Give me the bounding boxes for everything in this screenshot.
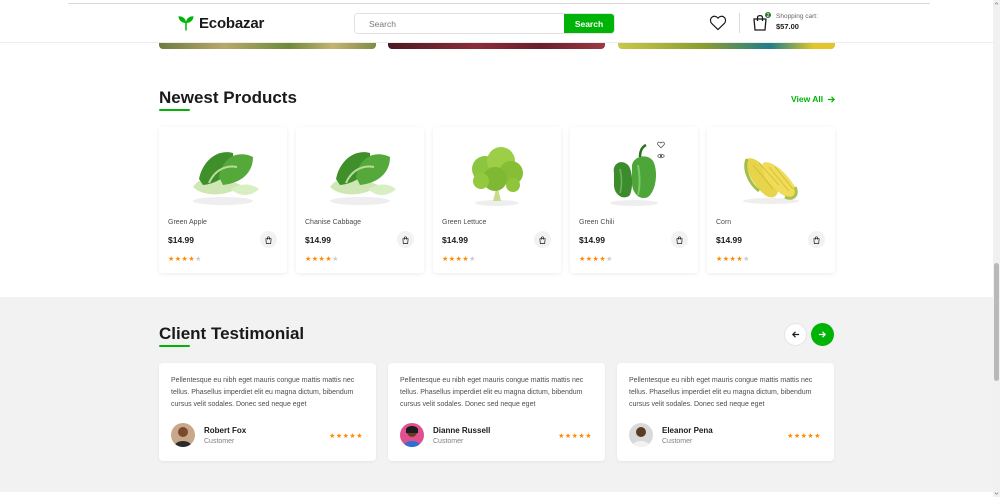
product-image	[330, 152, 396, 205]
product-price: $14.99	[305, 235, 331, 245]
product-rating: ★★★★★	[579, 256, 613, 263]
testimonial-quote: Pellentesque eu nibh eget mauris congue …	[171, 377, 355, 408]
add-to-cart-button[interactable]	[671, 231, 688, 248]
product-name: Green Apple	[168, 219, 207, 226]
view-all-label: View All	[791, 94, 824, 104]
product-price: $14.99	[168, 235, 194, 245]
page: Ecobazar Search 2 Shopping cart: $57.00	[0, 0, 1000, 497]
avatar	[171, 423, 195, 447]
previous-button[interactable]	[784, 323, 807, 346]
arrow-left-icon	[791, 331, 800, 338]
bag-add-icon	[676, 235, 683, 244]
add-to-cart-button[interactable]	[260, 231, 277, 248]
arrow-right-icon	[818, 331, 827, 338]
heart-icon[interactable]	[709, 15, 727, 31]
scroll-up-icon[interactable]	[994, 1, 999, 6]
arrow-right-icon	[828, 95, 836, 103]
bag-add-icon	[265, 235, 272, 244]
view-all-link[interactable]: View All	[791, 94, 836, 104]
product-name: Green Lettuce	[442, 219, 487, 226]
product-rating: ★★★★★	[305, 256, 339, 263]
product-card[interactable]: Corn $14.99 ★★★★★	[707, 127, 835, 273]
cart-count-badge: 2	[764, 11, 772, 19]
shopping-bag-icon: 2	[752, 11, 772, 31]
scroll-down-icon[interactable]	[994, 491, 999, 496]
testimonial-quote: Pellentesque eu nibh eget mauris congue …	[400, 377, 584, 408]
customer-role: Customer	[662, 438, 693, 445]
product-price: $14.99	[579, 235, 605, 245]
testimonial-quote: Pellentesque eu nibh eget mauris congue …	[629, 377, 813, 408]
search-input[interactable]	[355, 14, 564, 33]
add-to-cart-button[interactable]	[397, 231, 414, 248]
header-divider	[739, 13, 740, 33]
customer-role: Customer	[204, 438, 235, 445]
product-card[interactable]: Green Chili $14.99 ★★★★★	[570, 127, 698, 273]
product-name: Corn	[716, 219, 732, 226]
product-rating: ★★★★★	[168, 256, 202, 263]
testimonial-rating: ★★★★★	[329, 433, 363, 440]
add-to-cart-button[interactable]	[534, 231, 551, 248]
logo[interactable]: Ecobazar	[177, 14, 264, 32]
product-rating: ★★★★★	[716, 256, 750, 263]
product-price: $14.99	[716, 235, 742, 245]
bag-add-icon	[813, 235, 820, 244]
customer-name: Eleanor Pena	[662, 426, 713, 435]
search-bar: Search	[354, 13, 615, 34]
search-button[interactable]: Search	[564, 14, 614, 33]
add-to-cart-button[interactable]	[808, 231, 825, 248]
bag-add-icon	[539, 235, 546, 244]
logo-text: Ecobazar	[199, 14, 265, 32]
title-underline	[159, 109, 190, 111]
product-image	[743, 158, 799, 204]
next-button[interactable]	[811, 323, 834, 346]
customer-role: Customer	[433, 438, 464, 445]
avatar	[400, 423, 424, 447]
product-image	[472, 147, 523, 206]
testimonial-card: Pellentesque eu nibh eget mauris congue …	[159, 363, 376, 461]
product-rating: ★★★★★	[442, 256, 476, 263]
customer-name: Robert Fox	[204, 426, 247, 435]
scrollbar[interactable]	[993, 0, 1000, 497]
customer-name: Dianne Russell	[433, 426, 491, 435]
product-card[interactable]: Green Lettuce $14.99 ★★★★★	[433, 127, 561, 273]
product-image	[193, 152, 259, 205]
testimonial-list: Pellentesque eu nibh eget mauris congue …	[159, 363, 835, 461]
testimonial-card: Pellentesque eu nibh eget mauris congue …	[617, 363, 834, 461]
product-price: $14.99	[442, 235, 468, 245]
shopping-cart[interactable]: 2 Shopping cart: $57.00	[752, 11, 818, 31]
leaf-logo-icon	[178, 16, 194, 31]
bag-add-icon	[402, 235, 409, 244]
newest-products-title: Newest Products	[159, 88, 297, 107]
page-bottom	[0, 492, 993, 497]
product-name: Chanise Cabbage	[305, 219, 362, 226]
cart-label: Shopping cart:	[776, 13, 818, 20]
cart-total: $57.00	[776, 22, 799, 31]
product-list: Green Apple $14.99 ★★★★★ Chanise Cabbage…	[159, 127, 835, 273]
testimonial-rating: ★★★★★	[787, 433, 821, 440]
product-image	[610, 143, 658, 206]
scrollbar-thumb[interactable]	[994, 263, 999, 381]
site-header: Ecobazar Search 2 Shopping cart: $57.00	[0, 4, 993, 43]
testimonial-rating: ★★★★★	[558, 433, 592, 440]
testimonial-card: Pellentesque eu nibh eget mauris congue …	[388, 363, 605, 461]
title-underline	[159, 345, 190, 347]
avatar	[629, 423, 653, 447]
product-name: Green Chili	[579, 219, 615, 226]
product-card[interactable]: Green Apple $14.99 ★★★★★	[159, 127, 287, 273]
testimonial-title: Client Testimonial	[159, 324, 305, 343]
product-card[interactable]: Chanise Cabbage $14.99 ★★★★★	[296, 127, 424, 273]
